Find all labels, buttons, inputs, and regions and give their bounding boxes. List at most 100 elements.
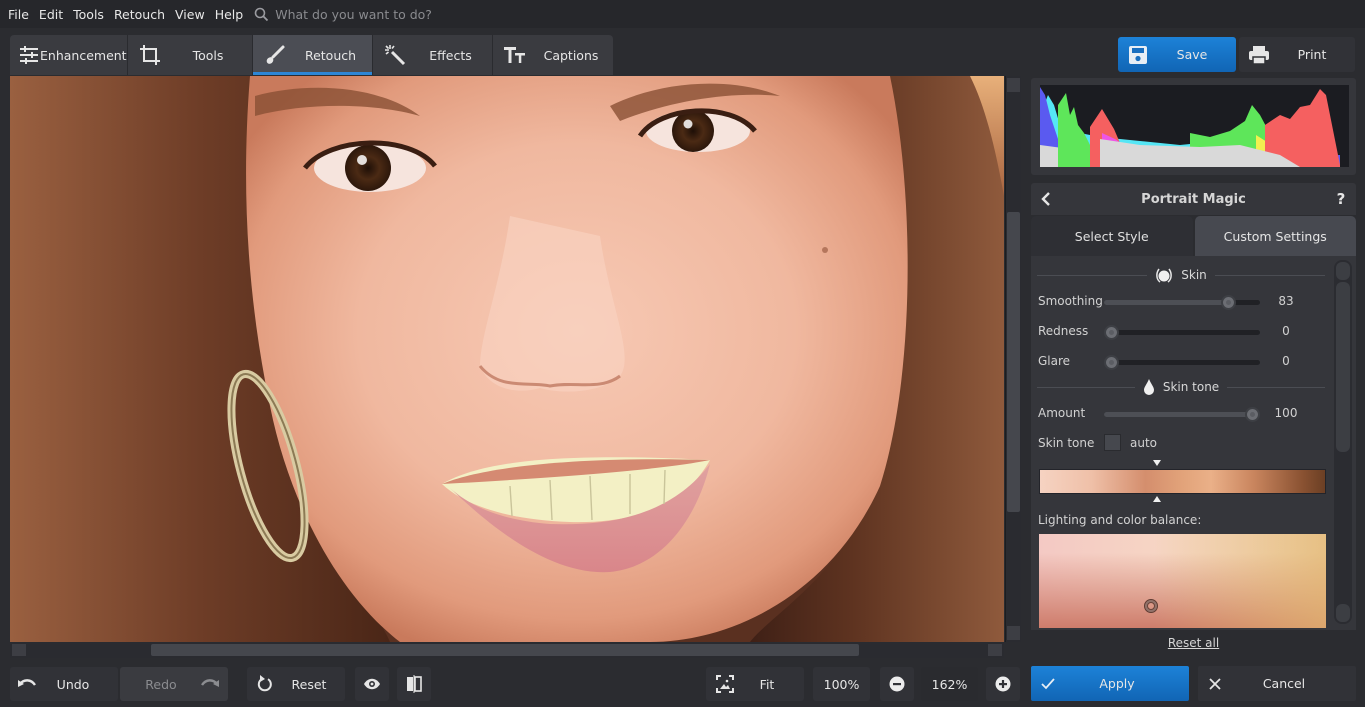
menu-bar: File Edit Tools Retouch View Help What d… xyxy=(0,0,1365,28)
help-button[interactable]: ? xyxy=(1326,190,1356,208)
undo-button[interactable]: Undo xyxy=(10,667,118,701)
slider-track[interactable] xyxy=(1104,295,1260,310)
redo-button[interactable]: Redo xyxy=(120,667,228,701)
divider xyxy=(1214,274,1326,276)
minus-circle-icon xyxy=(889,676,905,692)
tab-effects[interactable]: Effects xyxy=(373,35,493,75)
tab-label: Enhancement xyxy=(40,47,127,63)
sliders-icon xyxy=(18,46,40,64)
scroll-right-arrow[interactable] xyxy=(988,644,1002,656)
skin-tone-marker-top[interactable] xyxy=(1152,460,1161,466)
zoom-level-value: 162% xyxy=(931,676,968,692)
slider-handle[interactable] xyxy=(1104,355,1119,370)
vertical-scroll-thumb[interactable] xyxy=(1007,212,1020,512)
print-button[interactable]: Print xyxy=(1239,37,1355,72)
canvas-horizontal-scrollbar[interactable] xyxy=(10,642,1004,658)
skin-tone-marker-bottom[interactable] xyxy=(1152,496,1161,502)
plus-circle-icon xyxy=(995,676,1011,692)
tab-label: Custom Settings xyxy=(1223,228,1327,244)
slider-track[interactable] xyxy=(1104,355,1260,370)
reset-button[interactable]: Reset xyxy=(247,667,345,701)
panel-scrollbar[interactable] xyxy=(1334,260,1352,624)
zoom-out-button[interactable] xyxy=(880,667,914,701)
cancel-button[interactable]: Cancel xyxy=(1198,666,1356,701)
slider-redness: Redness 0 xyxy=(1038,322,1328,342)
tab-label: Retouch xyxy=(304,47,357,63)
skin-tone-section-header: Skin tone xyxy=(1037,377,1326,397)
panel-title: Portrait Magic xyxy=(1141,191,1246,207)
save-button[interactable]: Save xyxy=(1118,37,1236,72)
search-icon xyxy=(254,7,269,21)
preview-button[interactable] xyxy=(355,667,389,701)
reset-all-link[interactable]: Reset all xyxy=(1031,636,1356,650)
skin-tone-gradient[interactable] xyxy=(1039,469,1326,494)
undo-label: Undo xyxy=(56,676,90,692)
tab-retouch[interactable]: Retouch xyxy=(253,35,373,75)
tab-label: Select Style xyxy=(1074,228,1149,244)
slider-glare: Glare 0 xyxy=(1038,352,1328,372)
menu-file[interactable]: File xyxy=(0,7,34,22)
menu-view[interactable]: View xyxy=(170,7,210,22)
redo-icon xyxy=(192,678,228,690)
tab-label: Tools xyxy=(192,47,224,63)
before-after-icon xyxy=(406,675,422,693)
menu-help[interactable]: Help xyxy=(210,7,249,22)
fit-screen-icon xyxy=(706,675,744,693)
zoom-in-button[interactable] xyxy=(986,667,1020,701)
divider xyxy=(1037,274,1148,276)
tab-select-style[interactable]: Select Style xyxy=(1031,216,1193,256)
apply-button[interactable]: Apply xyxy=(1031,666,1189,701)
auto-checkbox[interactable] xyxy=(1104,434,1121,451)
menu-edit[interactable]: Edit xyxy=(34,7,68,22)
compare-button[interactable] xyxy=(397,667,431,701)
slider-track[interactable] xyxy=(1104,325,1260,340)
scroll-down-arrow[interactable] xyxy=(1336,604,1350,622)
tab-enhancement[interactable]: Enhancement xyxy=(10,35,128,75)
skin-tone-auto-row: Skin tone auto xyxy=(1038,434,1328,454)
back-button[interactable] xyxy=(1031,192,1061,206)
tab-label: Effects xyxy=(429,47,472,63)
zoom-100-label: 100% xyxy=(823,676,860,692)
fit-label: Fit xyxy=(759,676,775,692)
slider-value: 100 xyxy=(1274,406,1298,420)
photo-canvas[interactable] xyxy=(10,76,1004,642)
scroll-up-arrow[interactable] xyxy=(1336,262,1350,280)
zoom-100-button[interactable]: 100% xyxy=(813,667,870,701)
panel-scroll-thumb[interactable] xyxy=(1336,282,1350,452)
checkmark-icon xyxy=(1031,677,1065,690)
tab-captions[interactable]: Captions xyxy=(493,35,613,75)
floppy-disk-icon xyxy=(1118,45,1158,65)
slider-handle[interactable] xyxy=(1221,295,1237,310)
print-label: Print xyxy=(1297,47,1327,62)
command-search[interactable]: What do you want to do? xyxy=(254,7,432,22)
reset-label: Reset xyxy=(291,676,327,692)
undo-icon xyxy=(10,678,44,690)
tab-custom-settings[interactable]: Custom Settings xyxy=(1194,216,1356,256)
slider-handle[interactable] xyxy=(1104,325,1119,340)
menu-tools[interactable]: Tools xyxy=(68,7,109,22)
menu-retouch[interactable]: Retouch xyxy=(109,7,170,22)
printer-icon xyxy=(1239,45,1279,65)
eye-icon xyxy=(363,678,381,690)
portrait-photo xyxy=(10,76,1004,642)
magic-wand-icon xyxy=(381,44,409,66)
fit-button[interactable]: Fit xyxy=(706,667,804,701)
scroll-up-arrow[interactable] xyxy=(1007,78,1020,92)
slider-value: 0 xyxy=(1282,324,1290,338)
search-placeholder: What do you want to do? xyxy=(275,6,432,22)
slider-handle[interactable] xyxy=(1245,407,1260,422)
slider-value: 0 xyxy=(1282,354,1290,368)
slider-label: Smoothing xyxy=(1038,294,1103,308)
redo-label: Redo xyxy=(145,676,177,692)
lighting-color-balance-picker[interactable] xyxy=(1039,534,1326,628)
lighting-label: Lighting and color balance: xyxy=(1038,513,1202,527)
custom-settings-panel: Skin Smoothing 83 Redness 0 Glare 0 Skin… xyxy=(1031,256,1356,630)
scroll-down-arrow[interactable] xyxy=(1007,626,1020,640)
tab-tools[interactable]: Tools xyxy=(128,35,253,75)
auto-label: auto xyxy=(1130,436,1158,450)
canvas-vertical-scrollbar[interactable] xyxy=(1005,76,1021,642)
brush-icon xyxy=(261,44,289,66)
slider-track[interactable] xyxy=(1104,407,1260,422)
horizontal-scroll-thumb[interactable] xyxy=(151,644,859,656)
scroll-left-arrow[interactable] xyxy=(12,644,26,656)
